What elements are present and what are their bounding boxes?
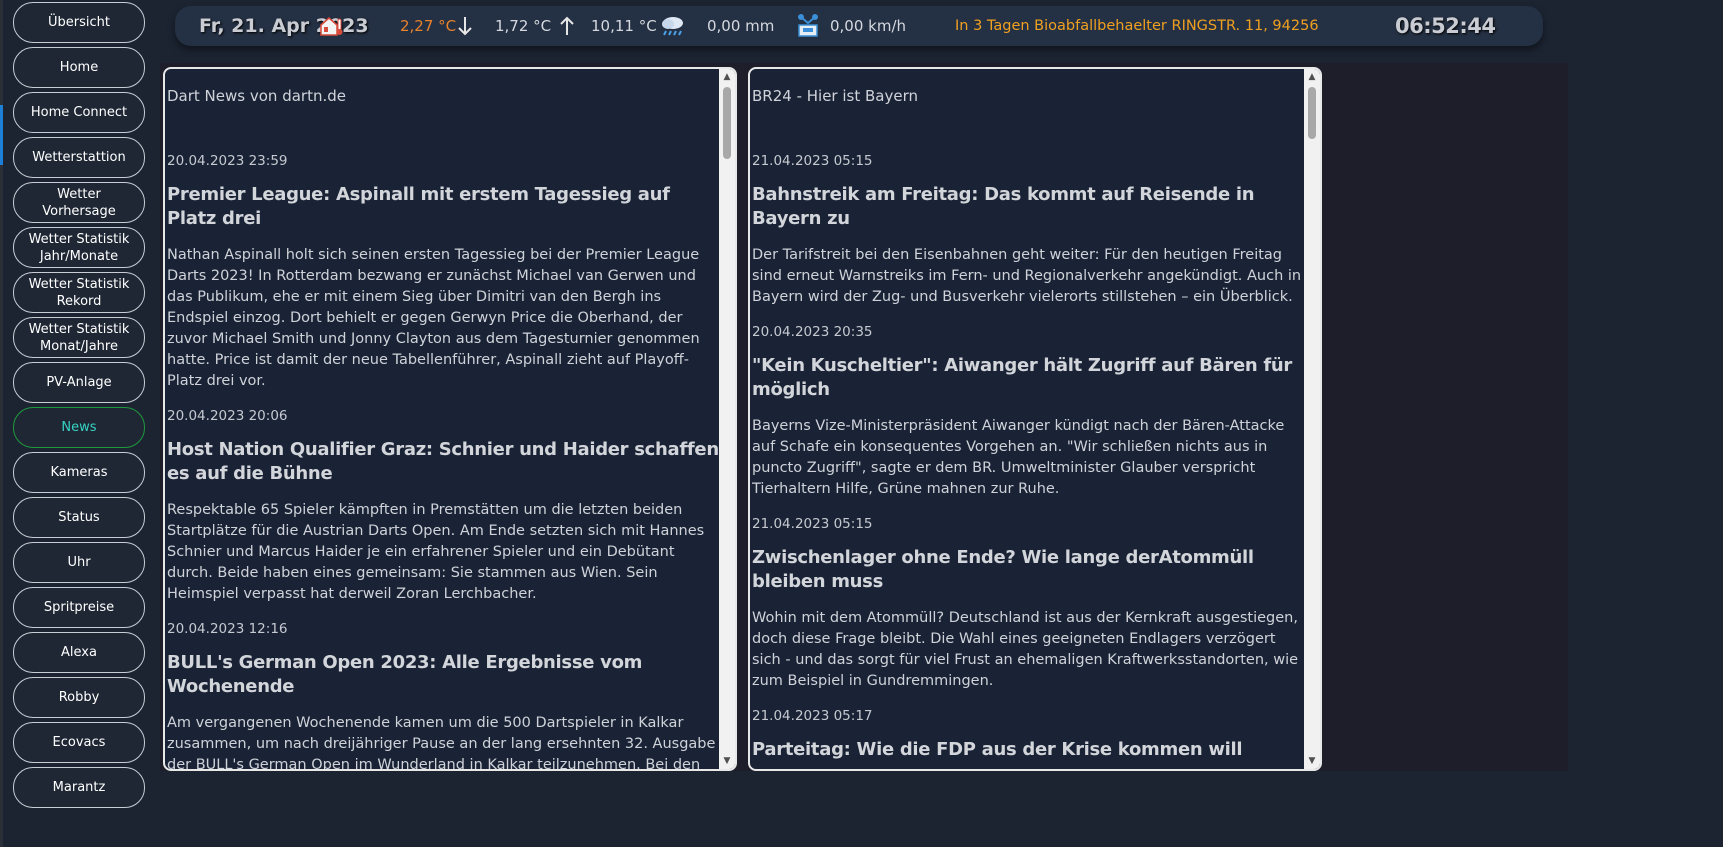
article-description: Respektable 65 Spieler kämpften in Prems… xyxy=(167,502,705,602)
article-title[interactable]: Zwischenlager ohne Ende? Wie lange derAt… xyxy=(752,546,1304,594)
sidebar-item-wetter-statistik-rekord[interactable]: Wetter Statistik Rekord xyxy=(13,272,145,313)
article-description: Am vergangenen Wochenende kamen um die 5… xyxy=(167,715,716,769)
article-description: Wohin mit dem Atommüll? Deutschland ist … xyxy=(752,610,1299,689)
article-description: Der Tarifstreit bei den Eisenbahnen geht… xyxy=(752,247,1302,305)
sidebar-item-pv-anlage[interactable]: PV-Anlage xyxy=(13,362,145,403)
arrow-up-icon xyxy=(559,6,575,46)
article-title[interactable]: Premier League: Aspinall mit erstem Tage… xyxy=(167,183,719,231)
sidebar-item-ecovacs[interactable]: Ecovacs xyxy=(13,722,145,763)
window-edge xyxy=(0,0,3,847)
edge-highlight xyxy=(0,105,3,165)
sidebar-item-kameras[interactable]: Kameras xyxy=(13,452,145,493)
sidebar-item-wetter-vorhersage[interactable]: Wetter Vorhersage xyxy=(13,182,145,223)
feed-title: Dart News von dartn.de xyxy=(167,87,346,105)
news-article[interactable]: 20.04.2023 20:06 Host Nation Qualifier Gr… xyxy=(167,408,719,605)
article-description: Nathan Aspinall holt sich seinen ersten … xyxy=(167,247,700,389)
sidebar-item-status[interactable]: Status xyxy=(13,497,145,538)
article-list: 20.04.2023 23:59 Premier League: Aspinall… xyxy=(167,153,719,769)
article-list: 21.04.2023 05:15 Bahnstreik am Freitag: D… xyxy=(752,153,1304,762)
article-title[interactable]: Parteitag: Wie die FDP aus der Krise kom… xyxy=(752,738,1304,762)
sidebar-item-wetter-statistik-jahr-monate[interactable]: Wetter Statistik Jahr/Monate xyxy=(13,227,145,268)
scroll-up-arrow-icon[interactable]: ▲ xyxy=(719,70,735,84)
sidebar-item-alexa[interactable]: Alexa xyxy=(13,632,145,673)
panel-scrollbar[interactable]: ▲ ▼ xyxy=(1304,69,1320,769)
anemometer-icon xyxy=(796,6,820,46)
news-feed-dart: Dart News von dartn.de 20.04.2023 23:59 P… xyxy=(165,69,719,769)
article-date: 20.04.2023 20:35 xyxy=(752,324,873,340)
clock-display: 06:52:44 xyxy=(1395,14,1496,38)
sidebar-item-home-connect[interactable]: Home Connect xyxy=(13,92,145,133)
panel-scrollbar[interactable]: ▲ ▼ xyxy=(719,69,735,769)
sidebar-item-robby[interactable]: Robby xyxy=(13,677,145,718)
current-temperature: 2,27 °C xyxy=(400,17,457,35)
scrollbar-thumb[interactable] xyxy=(723,87,731,159)
sidebar-nav: Übersicht Home Home Connect Wetterstattion W… xyxy=(13,2,145,812)
news-panel-br24[interactable]: BR24 - Hier ist Bayern 21.04.2023 05:15 B… xyxy=(748,67,1322,771)
arrow-down-icon xyxy=(457,6,473,46)
article-title[interactable]: Bahnstreik am Freitag: Das kommt auf Rei… xyxy=(752,183,1304,231)
sidebar-item-home[interactable]: Home xyxy=(13,47,145,88)
sidebar-item-uhr[interactable]: Uhr xyxy=(13,542,145,583)
sidebar-item-übersicht[interactable]: Übersicht xyxy=(13,2,145,43)
news-feed-br24: BR24 - Hier ist Bayern 21.04.2023 05:15 B… xyxy=(750,69,1304,769)
news-article[interactable]: 21.04.2023 05:15 Zwischenlager ohne Ende?… xyxy=(752,516,1304,692)
news-article[interactable]: 21.04.2023 05:15 Bahnstreik am Freitag: D… xyxy=(752,153,1304,308)
article-title[interactable]: BULL's German Open 2023: Alle Ergebnisse… xyxy=(167,651,719,699)
scrollbar-thumb[interactable] xyxy=(1308,87,1316,139)
news-article[interactable]: 20.04.2023 20:35 "Kein Kuscheltier": Aiwa… xyxy=(752,324,1304,500)
sidebar-item-wetter-statistik-monat-jahre[interactable]: Wetter Statistik Monat/Jahre xyxy=(13,317,145,358)
top-status-bar: Fr, 21. Apr 2023 2,27 °C 1,72 °C 10,11 °… xyxy=(175,6,1543,46)
sidebar-item-wetterstattion[interactable]: Wetterstattion xyxy=(13,137,145,178)
max-temperature: 10,11 °C xyxy=(591,17,657,35)
rain-cloud-icon xyxy=(659,6,687,46)
scroll-down-arrow-icon[interactable]: ▼ xyxy=(1304,754,1320,768)
house-thermometer-icon xyxy=(318,6,344,46)
feed-title: BR24 - Hier ist Bayern xyxy=(752,87,918,105)
article-date: 21.04.2023 05:15 xyxy=(752,153,873,169)
news-article[interactable]: 20.04.2023 23:59 Premier League: Aspinall… xyxy=(167,153,719,392)
sidebar-item-news[interactable]: News xyxy=(13,407,145,448)
scroll-down-arrow-icon[interactable]: ▼ xyxy=(719,754,735,768)
article-date: 21.04.2023 05:15 xyxy=(752,516,873,532)
article-title[interactable]: Host Nation Qualifier Graz: Schnier und … xyxy=(167,438,719,486)
sidebar-item-marantz[interactable]: Marantz xyxy=(13,767,145,808)
waste-collection-notice: In 3 Tagen Bioabfallbehaelter RINGSTR. 1… xyxy=(955,18,1319,34)
scroll-up-arrow-icon[interactable]: ▲ xyxy=(1304,70,1320,84)
min-temperature: 1,72 °C xyxy=(495,17,552,35)
article-description: Bayerns Vize-Ministerpräsident Aiwanger … xyxy=(752,418,1285,497)
rain-amount: 0,00 mm xyxy=(707,17,775,35)
article-date: 20.04.2023 12:16 xyxy=(167,621,288,637)
sidebar-item-spritpreise[interactable]: Spritpreise xyxy=(13,587,145,628)
news-panel-dart[interactable]: Dart News von dartn.de 20.04.2023 23:59 P… xyxy=(163,67,737,771)
article-date: 20.04.2023 20:06 xyxy=(167,408,288,424)
dashboard-page: Übersicht Home Home Connect Wetterstattion W… xyxy=(0,0,1723,847)
wind-speed: 0,00 km/h xyxy=(830,17,907,35)
article-date: 21.04.2023 05:17 xyxy=(752,708,873,724)
article-title[interactable]: "Kein Kuscheltier": Aiwanger hält Zugrif… xyxy=(752,354,1304,402)
news-article[interactable]: 20.04.2023 12:16 BULL's German Open 2023:… xyxy=(167,621,719,769)
news-article[interactable]: 21.04.2023 05:17 Parteitag: Wie die FDP a… xyxy=(752,708,1304,762)
article-date: 20.04.2023 23:59 xyxy=(167,153,288,169)
